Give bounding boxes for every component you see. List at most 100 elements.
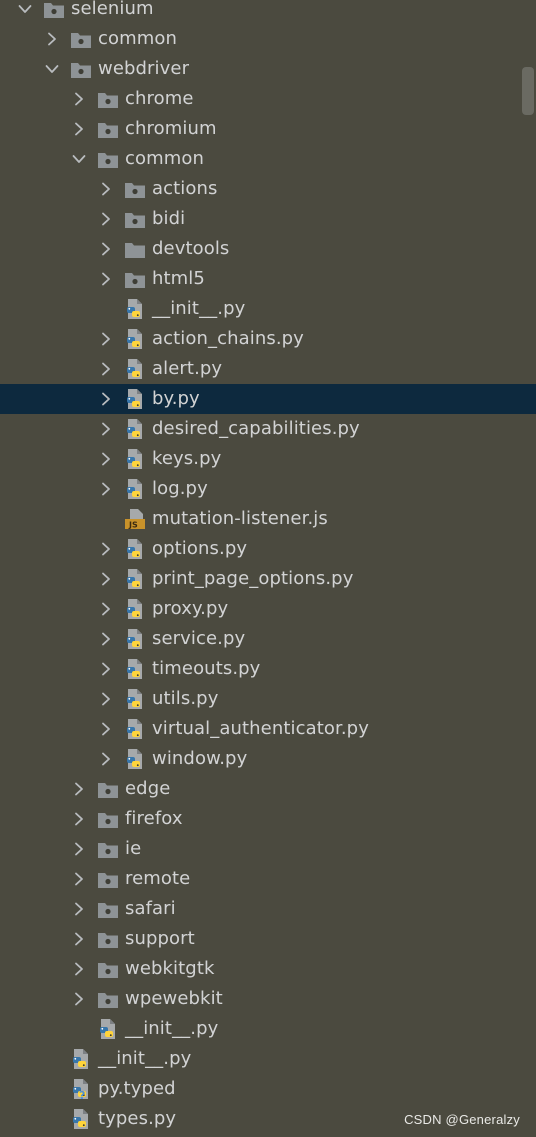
chevron-right-icon[interactable] bbox=[71, 984, 87, 1014]
chevron-right-icon[interactable] bbox=[98, 744, 114, 774]
tree-row[interactable]: window.py bbox=[0, 744, 536, 774]
tree-item-label: devtools bbox=[152, 238, 230, 259]
tree-row[interactable]: timeouts.py bbox=[0, 654, 536, 684]
chevron-right-icon[interactable] bbox=[71, 864, 87, 894]
chevron-right-icon[interactable] bbox=[98, 234, 114, 264]
chevron-right-icon[interactable] bbox=[98, 324, 114, 354]
chevron-right-icon[interactable] bbox=[98, 684, 114, 714]
python-file-icon bbox=[124, 628, 146, 649]
tree-row[interactable]: JS mutation-listener.js bbox=[0, 504, 536, 534]
tree-row[interactable]: bidi bbox=[0, 204, 536, 234]
tree-row[interactable]: common bbox=[0, 24, 536, 54]
tree-item-label: mutation-listener.js bbox=[152, 508, 328, 529]
tree-item-label: action_chains.py bbox=[152, 328, 304, 349]
tree-row[interactable]: safari bbox=[0, 894, 536, 924]
chevron-right-icon[interactable] bbox=[98, 444, 114, 474]
chevron-right-icon[interactable] bbox=[98, 594, 114, 624]
tree-row[interactable]: __init__.py bbox=[0, 1014, 536, 1044]
tree-row[interactable]: virtual_authenticator.py bbox=[0, 714, 536, 744]
tree-item-label: remote bbox=[125, 868, 191, 889]
package-folder-icon bbox=[70, 60, 92, 80]
tree-row[interactable]: selenium bbox=[0, 0, 536, 24]
chevron-right-icon[interactable] bbox=[71, 894, 87, 924]
chevron-right-icon[interactable] bbox=[98, 474, 114, 504]
chevron-right-icon[interactable] bbox=[98, 384, 114, 414]
chevron-right-icon[interactable] bbox=[71, 804, 87, 834]
chevron-right-icon[interactable] bbox=[98, 654, 114, 684]
python-file-icon bbox=[124, 358, 146, 379]
tree-row[interactable]: log.py bbox=[0, 474, 536, 504]
tree-row[interactable]: remote bbox=[0, 864, 536, 894]
chevron-right-icon[interactable] bbox=[98, 204, 114, 234]
chevron-right-icon[interactable] bbox=[71, 774, 87, 804]
chevron-right-icon[interactable] bbox=[71, 924, 87, 954]
python-file-icon bbox=[124, 478, 146, 499]
tree-row[interactable]: by.py bbox=[0, 384, 536, 414]
python-file-icon bbox=[124, 718, 146, 739]
tree-row[interactable]: keys.py bbox=[0, 444, 536, 474]
tree-row[interactable]: webdriver bbox=[0, 54, 536, 84]
tree-row[interactable]: print_page_options.py bbox=[0, 564, 536, 594]
package-folder-icon bbox=[97, 870, 119, 890]
tree-item-label: types.py bbox=[98, 1108, 177, 1129]
chevron-right-icon[interactable] bbox=[98, 624, 114, 654]
chevron-right-icon[interactable] bbox=[71, 114, 87, 144]
tree-row[interactable]: edge bbox=[0, 774, 536, 804]
tree-row[interactable]: html5 bbox=[0, 264, 536, 294]
tree-item-label: actions bbox=[152, 178, 218, 199]
tree-row[interactable]: action_chains.py bbox=[0, 324, 536, 354]
package-folder-icon bbox=[97, 120, 119, 140]
tree-row[interactable]: options.py bbox=[0, 534, 536, 564]
tree-row[interactable]: common bbox=[0, 144, 536, 174]
chevron-right-icon[interactable] bbox=[71, 954, 87, 984]
package-folder-icon bbox=[97, 930, 119, 950]
tree-item-label: timeouts.py bbox=[152, 658, 261, 679]
tree-row[interactable]: actions bbox=[0, 174, 536, 204]
tree-item-label: options.py bbox=[152, 538, 248, 559]
chevron-right-icon[interactable] bbox=[98, 174, 114, 204]
tree-item-label: ie bbox=[125, 838, 142, 859]
tree-row[interactable]: chromium bbox=[0, 114, 536, 144]
tree-item-label: service.py bbox=[152, 628, 246, 649]
chevron-right-icon[interactable] bbox=[98, 564, 114, 594]
tree-item-label: alert.py bbox=[152, 358, 223, 379]
tree-row[interactable]: desired_capabilities.py bbox=[0, 414, 536, 444]
chevron-right-icon[interactable] bbox=[98, 714, 114, 744]
python-file-icon bbox=[124, 568, 146, 589]
svg-text:?: ? bbox=[79, 1089, 85, 1100]
tree-row[interactable]: chrome bbox=[0, 84, 536, 114]
tree-row[interactable]: support bbox=[0, 924, 536, 954]
chevron-right-icon[interactable] bbox=[44, 24, 60, 54]
tree-item-label: html5 bbox=[152, 268, 205, 289]
tree-row[interactable]: wpewebkit bbox=[0, 984, 536, 1014]
tree-item-label: py.typed bbox=[98, 1078, 176, 1099]
tree-row[interactable]: __init__.py bbox=[0, 1044, 536, 1074]
python-file-icon bbox=[124, 328, 146, 349]
chevron-down-icon[interactable] bbox=[44, 54, 60, 84]
tree-row[interactable]: utils.py bbox=[0, 684, 536, 714]
tree-row[interactable]: alert.py bbox=[0, 354, 536, 384]
tree-row[interactable]: service.py bbox=[0, 624, 536, 654]
tree-item-label: print_page_options.py bbox=[152, 568, 354, 589]
tree-row[interactable]: firefox bbox=[0, 804, 536, 834]
tree-row[interactable]: __init__.py bbox=[0, 294, 536, 324]
chevron-right-icon[interactable] bbox=[71, 834, 87, 864]
chevron-right-icon[interactable] bbox=[98, 534, 114, 564]
package-folder-icon bbox=[97, 840, 119, 860]
chevron-right-icon[interactable] bbox=[98, 354, 114, 384]
tree-row[interactable]: ie bbox=[0, 834, 536, 864]
scrollbar-thumb[interactable] bbox=[522, 67, 534, 115]
tree-row[interactable]: devtools bbox=[0, 234, 536, 264]
chevron-down-icon[interactable] bbox=[17, 0, 33, 24]
chevron-down-icon[interactable] bbox=[71, 144, 87, 174]
package-folder-icon bbox=[97, 960, 119, 980]
tree-row[interactable]: webkitgtk bbox=[0, 954, 536, 984]
tree-item-label: utils.py bbox=[152, 688, 219, 709]
tree-row[interactable]: ? py.typed bbox=[0, 1074, 536, 1104]
tree-row[interactable]: proxy.py bbox=[0, 594, 536, 624]
chevron-right-icon[interactable] bbox=[71, 84, 87, 114]
package-folder-icon bbox=[124, 270, 146, 290]
chevron-right-icon[interactable] bbox=[98, 414, 114, 444]
chevron-right-icon[interactable] bbox=[98, 264, 114, 294]
typed-marker-file-icon: ? bbox=[70, 1078, 92, 1102]
